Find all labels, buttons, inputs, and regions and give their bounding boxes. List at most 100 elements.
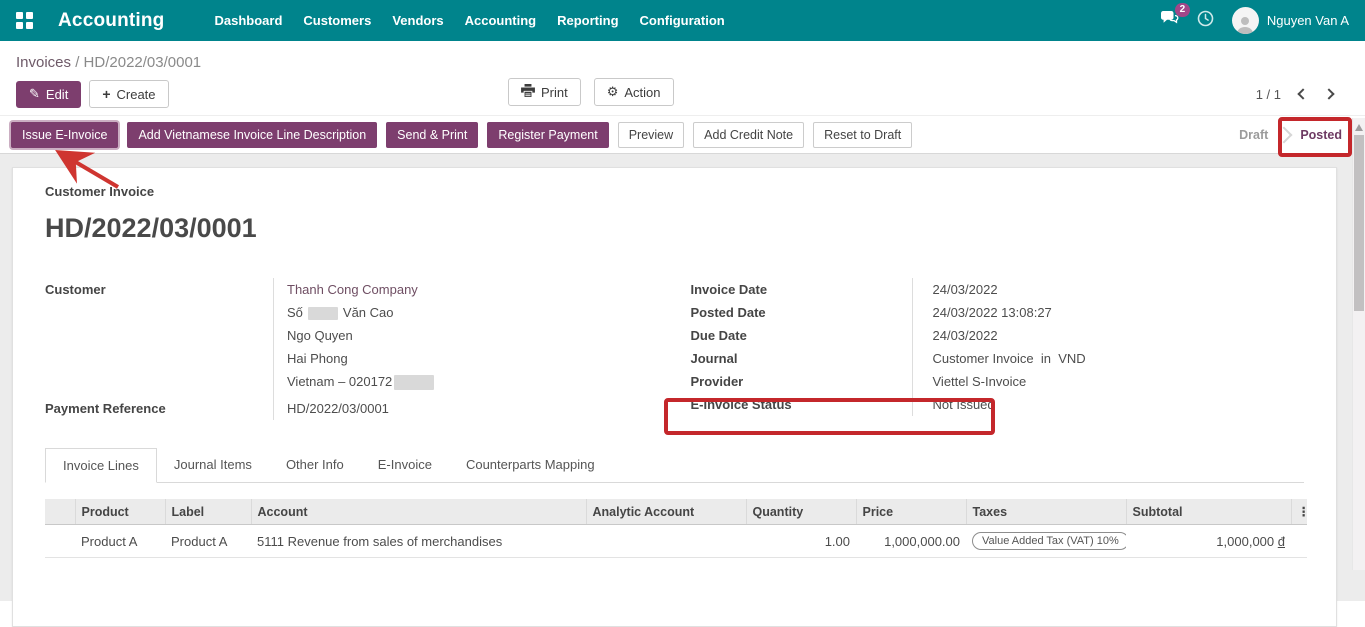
avatar <box>1232 7 1259 34</box>
customer-name[interactable]: Thanh Cong Company <box>287 282 418 297</box>
vertical-scrollbar[interactable] <box>1352 118 1365 570</box>
row-handle <box>45 525 75 558</box>
user-menu[interactable]: Nguyen Van A <box>1232 7 1349 34</box>
due-date-label: Due Date <box>691 324 912 347</box>
left-field-group: Customer Thanh Cong Company SốVăn Cao Ng… <box>45 278 659 420</box>
tab-e-invoice[interactable]: E-Invoice <box>361 448 449 483</box>
menu-accounting[interactable]: Accounting <box>465 13 537 28</box>
app-brand[interactable]: Accounting <box>58 10 165 32</box>
scrollbar-up-arrow-icon[interactable] <box>1355 124 1363 131</box>
menu-customers[interactable]: Customers <box>303 13 371 28</box>
cell-price[interactable]: 1,000,000.00 <box>856 525 966 558</box>
field-groups: Customer Thanh Cong Company SốVăn Cao Ng… <box>45 278 1304 420</box>
due-date-value: 24/03/2022 <box>912 324 1305 347</box>
journal-value: Customer Invoice in VND <box>912 347 1305 370</box>
cell-account[interactable]: 5111 Revenue from sales of merchandises <box>251 525 586 558</box>
add-vietnamese-invoice-line-description-button[interactable]: Add Vietnamese Invoice Line Description <box>127 122 377 148</box>
column-subtotal[interactable]: Subtotal <box>1126 499 1291 525</box>
edit-button[interactable]: ✎ Edit <box>16 81 81 108</box>
customer-address-line-1: SốVăn Cao <box>273 301 659 324</box>
cell-label[interactable]: Product A <box>165 525 251 558</box>
navbar-right: 2 Nguyen Van A <box>1160 7 1349 34</box>
tab-journal-items[interactable]: Journal Items <box>157 448 269 483</box>
redacted-text <box>308 307 338 320</box>
tax-tag: Value Added Tax (VAT) 10% <box>972 532 1126 550</box>
journal-label: Journal <box>691 347 912 370</box>
pager-value: 1 / 1 <box>1256 87 1281 102</box>
table-row[interactable]: Product A Product A 5111 Revenue from sa… <box>45 525 1307 558</box>
create-button[interactable]: + Create <box>89 80 168 108</box>
pencil-icon: ✎ <box>29 87 40 102</box>
scrollbar-thumb[interactable] <box>1354 135 1364 311</box>
state-posted[interactable]: Posted <box>1300 128 1342 142</box>
print-button[interactable]: Print <box>508 78 581 106</box>
notebook-tabs: Invoice Lines Journal Items Other Info E… <box>45 448 1304 483</box>
einvoice-status-label: E-Invoice Status <box>691 393 912 416</box>
statusbar: Issue E-Invoice Add Vietnamese Invoice L… <box>0 115 1365 154</box>
redacted-text <box>394 375 434 390</box>
issue-einvoice-button[interactable]: Issue E-Invoice <box>11 122 118 148</box>
state-chevron-icon <box>1276 126 1293 143</box>
cell-analytic-account[interactable] <box>586 525 746 558</box>
clock-icon <box>1197 10 1214 32</box>
state-draft[interactable]: Draft <box>1239 128 1268 142</box>
invoice-date-value: 24/03/2022 <box>912 278 1305 301</box>
column-taxes[interactable]: Taxes <box>966 499 1126 525</box>
control-panel-buttons: ✎ Edit + Create Print ⚙ Action 1 / 1 <box>0 73 1365 115</box>
register-payment-button[interactable]: Register Payment <box>487 122 608 148</box>
row-handle-column <box>45 499 75 525</box>
invoice-number: HD/2022/03/0001 <box>45 213 1304 244</box>
column-options-icon[interactable]: ⋮ <box>1291 499 1307 525</box>
cell-product[interactable]: Product A <box>75 525 165 558</box>
column-analytic-account[interactable]: Analytic Account <box>586 499 746 525</box>
posted-date-label: Posted Date <box>691 301 912 324</box>
apps-menu-icon[interactable] <box>16 12 34 30</box>
status-widget: Draft Posted <box>1239 128 1354 142</box>
tab-invoice-lines[interactable]: Invoice Lines <box>45 448 157 483</box>
einvoice-status-value: Not Issued <box>912 393 1305 416</box>
menu-configuration[interactable]: Configuration <box>640 13 725 28</box>
send-print-button[interactable]: Send & Print <box>386 122 478 148</box>
right-field-group: Invoice Date 24/03/2022 Posted Date 24/0… <box>691 278 1305 420</box>
column-label[interactable]: Label <box>165 499 251 525</box>
breadcrumb-parent[interactable]: Invoices <box>16 54 71 71</box>
customer-address-line-2: Ngo Quyen <box>273 324 659 347</box>
menu-vendors[interactable]: Vendors <box>392 13 443 28</box>
form-content: Customer Invoice HD/2022/03/0001 Custome… <box>0 154 1365 601</box>
messages-button[interactable]: 2 <box>1160 10 1179 31</box>
invoice-sheet: Customer Invoice HD/2022/03/0001 Custome… <box>12 167 1337 627</box>
pager: 1 / 1 <box>1256 87 1349 102</box>
gear-icon: ⚙ <box>607 85 619 100</box>
currency-dong-symbol: đ <box>1278 534 1285 549</box>
cell-taxes[interactable]: Value Added Tax (VAT) 10% <box>966 525 1126 558</box>
tab-counterparts-mapping[interactable]: Counterparts Mapping <box>449 448 612 483</box>
posted-date-value: 24/03/2022 13:08:27 <box>912 301 1305 324</box>
column-quantity[interactable]: Quantity <box>746 499 856 525</box>
preview-button[interactable]: Preview <box>618 122 684 148</box>
tab-other-info[interactable]: Other Info <box>269 448 361 483</box>
breadcrumb-current: HD/2022/03/0001 <box>84 54 202 71</box>
messages-count-badge: 2 <box>1175 3 1190 17</box>
menu-dashboard[interactable]: Dashboard <box>215 13 283 28</box>
pager-next-icon[interactable] <box>1323 88 1334 99</box>
printer-icon <box>521 84 535 100</box>
column-price[interactable]: Price <box>856 499 966 525</box>
column-account[interactable]: Account <box>251 499 586 525</box>
breadcrumb: Invoices / HD/2022/03/0001 <box>0 41 1365 73</box>
cell-quantity[interactable]: 1.00 <box>746 525 856 558</box>
breadcrumb-separator: / <box>75 54 83 71</box>
table-header-row: Product Label Account Analytic Account Q… <box>45 499 1307 525</box>
cell-subtotal: 1,000,000 đ <box>1126 525 1291 558</box>
activities-button[interactable] <box>1197 10 1214 32</box>
customer-label: Customer <box>45 278 273 301</box>
customer-address-line-3: Hai Phong <box>273 347 659 370</box>
payment-reference-value: HD/2022/03/0001 <box>273 393 659 420</box>
reset-to-draft-button[interactable]: Reset to Draft <box>813 122 912 148</box>
invoice-lines-table: Product Label Account Analytic Account Q… <box>45 499 1307 558</box>
menu-reporting[interactable]: Reporting <box>557 13 618 28</box>
pager-previous-icon[interactable] <box>1297 88 1308 99</box>
column-product[interactable]: Product <box>75 499 165 525</box>
invoice-date-label: Invoice Date <box>691 278 912 301</box>
add-credit-note-button[interactable]: Add Credit Note <box>693 122 804 148</box>
action-button[interactable]: ⚙ Action <box>594 78 674 106</box>
